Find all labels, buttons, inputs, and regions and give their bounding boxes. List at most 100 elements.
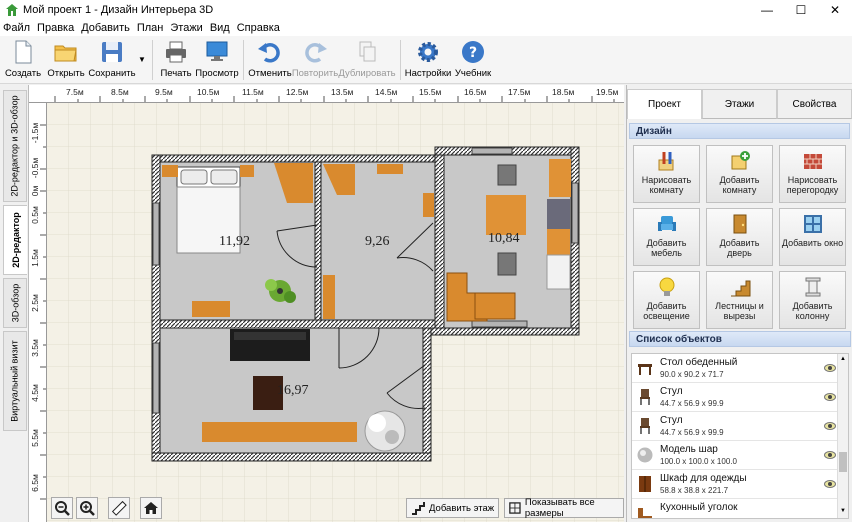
add-window-label: Добавить окно xyxy=(781,238,844,248)
tab-floors[interactable]: Этажи xyxy=(702,89,777,119)
maximize-button[interactable]: ☐ xyxy=(784,0,818,20)
nightstand xyxy=(240,165,254,177)
visibility-eye-icon[interactable] xyxy=(824,450,836,460)
brick-wall-icon xyxy=(803,154,822,169)
design-section-header: Дизайн xyxy=(629,123,850,139)
list-item[interactable]: Стул 44.7 x 56.9 x 99.9 xyxy=(632,412,848,441)
home-icon xyxy=(144,502,158,514)
tab-properties[interactable]: Свойства xyxy=(777,89,852,119)
menu-help[interactable]: Справка xyxy=(237,22,280,34)
home-view-button[interactable] xyxy=(140,497,162,519)
ruler-label: 5.5м xyxy=(30,429,40,447)
list-item[interactable]: Стол обеденный 90.0 x 90.2 x 71.7 xyxy=(632,354,848,383)
monitor-icon xyxy=(206,41,228,61)
list-item[interactable]: Кухонный уголок xyxy=(632,499,848,518)
cabinet xyxy=(423,193,434,217)
scroll-up-arrow[interactable]: ▲ xyxy=(840,356,846,362)
print-button[interactable]: Печать xyxy=(157,36,195,82)
menu-view[interactable]: Вид xyxy=(210,22,230,34)
save-button[interactable]: Сохранить xyxy=(88,36,136,82)
menu-add[interactable]: Добавить xyxy=(81,22,130,34)
scroll-down-arrow[interactable]: ▼ xyxy=(840,508,846,514)
show-all-dimensions-button[interactable]: Показывать все размеры xyxy=(504,497,624,519)
zoom-in-icon xyxy=(80,501,95,516)
zoom-in-button[interactable] xyxy=(76,497,98,519)
tab-virtual-visit[interactable]: Виртуальный визит xyxy=(3,331,27,431)
ruler-label: 2.5м xyxy=(30,294,40,312)
visibility-eye-icon[interactable] xyxy=(824,421,836,431)
tab-project[interactable]: Проект xyxy=(627,89,702,119)
add-room-button[interactable]: Добавить комнату xyxy=(706,145,773,203)
list-item[interactable]: Шкаф для одежды 58.8 x 38.8 x 221.7 xyxy=(632,470,848,499)
room-area-label: 10,84 xyxy=(488,231,520,246)
app-logo-icon xyxy=(6,4,18,16)
window-icon xyxy=(803,215,822,233)
object-name: Шкаф для одежды xyxy=(660,473,747,484)
right-panel-tabs: Проект Этажи Свойства xyxy=(627,85,852,119)
tab-2d-editor[interactable]: 2D-редактор xyxy=(3,205,27,275)
create-button[interactable]: Создать xyxy=(2,36,44,82)
visibility-eye-icon[interactable] xyxy=(824,392,836,402)
list-item[interactable]: Стул 44.7 x 56.9 x 99.9 xyxy=(632,383,848,412)
ruler-label: 9.5м xyxy=(155,87,173,97)
ruler-label: 10.5м xyxy=(197,87,220,97)
save-dropdown-arrow[interactable]: ▼ xyxy=(136,36,148,82)
scrollbar-thumb[interactable] xyxy=(839,452,847,472)
chair-icon xyxy=(640,389,650,405)
light-bulb-icon xyxy=(659,277,674,296)
list-item[interactable]: Модель шар 100.0 x 100.0 x 100.0 xyxy=(632,441,848,470)
ruler-label: -1.5м xyxy=(30,123,40,144)
show-all-dimensions-label: Показывать все размеры xyxy=(524,497,595,519)
dresser xyxy=(192,301,230,317)
tutorial-button[interactable]: ? Учебник xyxy=(451,36,495,82)
object-list-scrollbar[interactable]: ▲ ▼ xyxy=(837,354,848,518)
wardrobe-icon xyxy=(639,476,651,492)
add-furniture-button[interactable]: Добавить мебель xyxy=(633,208,700,266)
draw-partition-button[interactable]: Нарисовать перегородку xyxy=(779,145,846,203)
add-column-button[interactable]: Добавить колонну xyxy=(779,271,846,329)
draw-room-label: Нарисовать комнату xyxy=(641,175,692,195)
draw-room-button[interactable]: Нарисовать комнату xyxy=(633,145,700,203)
settings-button[interactable]: Настройки xyxy=(405,36,451,82)
zoom-out-button[interactable] xyxy=(51,497,73,519)
ruler-label: 16.5м xyxy=(464,87,487,97)
tab-3d-view[interactable]: 3D-обзор xyxy=(3,278,27,328)
tutorial-label: Учебник xyxy=(454,68,492,79)
kitchen-counter xyxy=(549,159,571,197)
toolbar-separator xyxy=(152,40,153,80)
ruler-label: 1.5м xyxy=(30,249,40,267)
visibility-eye-icon[interactable] xyxy=(824,363,836,373)
minimize-button[interactable]: — xyxy=(750,0,784,20)
menu-file[interactable]: Файл xyxy=(3,22,30,34)
add-floor-button[interactable]: Добавить этаж xyxy=(406,498,500,518)
preview-button[interactable]: Просмотр xyxy=(195,36,239,82)
close-button[interactable]: ✕ xyxy=(818,0,852,20)
add-door-label: Добавить дверь xyxy=(719,238,760,258)
duplicate-button[interactable]: Дублировать xyxy=(338,36,396,82)
redo-button[interactable]: Повторить xyxy=(292,36,338,82)
kitchen-corner-icon xyxy=(638,508,652,518)
undo-button[interactable]: Отменить xyxy=(248,36,292,82)
add-door-button[interactable]: Добавить дверь xyxy=(706,208,773,266)
object-dimensions: 100.0 x 100.0 x 100.0 xyxy=(660,457,737,466)
add-lighting-button[interactable]: Добавить освещение xyxy=(633,271,700,329)
measure-tool-button[interactable] xyxy=(108,497,130,519)
view-mode-tabs: 2D-редактор и 3D-обзор 2D-редактор 3D-об… xyxy=(0,85,29,522)
open-button[interactable]: Открыть xyxy=(44,36,88,82)
stairs-icon xyxy=(412,502,425,515)
chair xyxy=(497,252,517,276)
floppy-disk-icon xyxy=(102,42,122,62)
armchair-icon xyxy=(657,216,676,231)
ruler-label: 8.5м xyxy=(111,87,129,97)
menu-floors[interactable]: Этажи xyxy=(170,22,202,34)
door-icon xyxy=(733,214,746,234)
tab-2d-editor-3d-view[interactable]: 2D-редактор и 3D-обзор xyxy=(3,90,27,202)
add-window-button[interactable]: Добавить окно xyxy=(779,208,846,266)
object-name: Стул xyxy=(660,415,683,426)
menu-edit[interactable]: Правка xyxy=(37,22,74,34)
floor-plan-canvas[interactable]: 11,92 9,26 10,84 16,97 xyxy=(47,103,624,522)
menu-plan[interactable]: План xyxy=(137,22,164,34)
visibility-eye-icon[interactable] xyxy=(824,479,836,489)
shelf xyxy=(377,164,403,174)
stairs-cutouts-button[interactable]: Лестницы и вырезы xyxy=(706,271,773,329)
